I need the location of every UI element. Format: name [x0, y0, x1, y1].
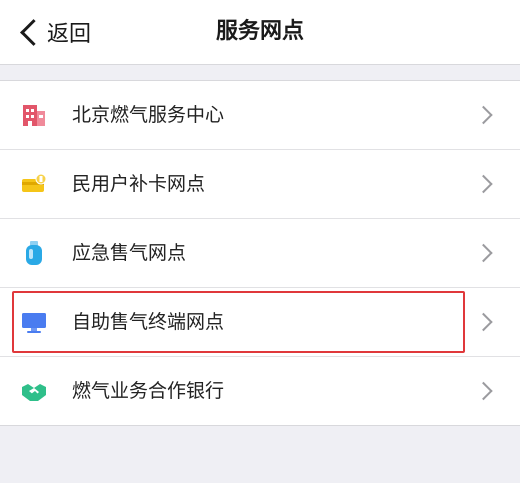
monitor-icon: [22, 313, 46, 333]
page-title: 服务网点: [215, 19, 304, 44]
navigation-bar: 返回 服务网点: [0, 0, 520, 65]
chevron-right-icon: [474, 243, 493, 263]
gas-canister-icon: [26, 241, 42, 265]
chevron-right-icon: [474, 381, 493, 401]
list-item-service-center[interactable]: 北京燃气服务中心: [0, 81, 520, 150]
list-item-label: 北京燃气服务中心: [72, 104, 225, 126]
list-item-label: 民用户补卡网点: [72, 173, 206, 195]
building-icon: [23, 105, 45, 126]
list-item-label: 自助售气终端网点: [72, 311, 225, 333]
list-item-card-replacement[interactable]: 民用户补卡网点: [0, 150, 520, 219]
chevron-right-icon: [474, 174, 493, 194]
chevron-right-icon: [474, 105, 493, 125]
list-item-partner-banks[interactable]: 燃气业务合作银行: [0, 357, 520, 425]
list-item-label: 燃气业务合作银行: [72, 380, 225, 402]
handshake-icon: [22, 384, 46, 401]
service-point-list: 北京燃气服务中心 民用户补卡网点 应急售气网点 自助售气终端网点 燃气业务合作银…: [0, 80, 520, 426]
card-icon: [22, 173, 47, 192]
list-item-self-service-terminal[interactable]: 自助售气终端网点: [0, 288, 520, 357]
list-item-label: 应急售气网点: [72, 242, 187, 264]
list-item-emergency-gas[interactable]: 应急售气网点: [0, 219, 520, 288]
chevron-right-icon: [474, 312, 493, 332]
